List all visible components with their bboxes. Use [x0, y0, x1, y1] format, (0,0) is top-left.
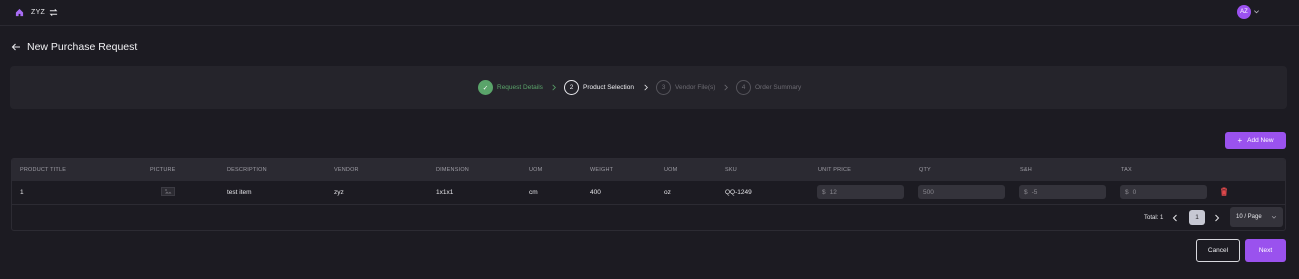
product-title-cell: 1 [20, 189, 24, 196]
sh-input[interactable]: $ -5 [1019, 185, 1106, 199]
table-header: PRODUCT TITLE PICTURE DESCRIPTION VENDOR… [12, 159, 1285, 181]
chevron-right-icon[interactable] [1214, 214, 1220, 222]
page-1-button[interactable]: 1 [1189, 210, 1205, 225]
arrow-left-icon[interactable] [11, 42, 21, 52]
avatar[interactable]: AZ [1237, 5, 1251, 19]
product-table: PRODUCT TITLE PICTURE DESCRIPTION VENDOR… [11, 158, 1286, 231]
column-header: S&H [1020, 167, 1032, 173]
tax-input[interactable]: $ 0 [1120, 185, 1207, 199]
sku-cell: QQ-1249 [725, 189, 752, 196]
chevron-right-icon [643, 84, 649, 91]
dimension-uom-cell: cm [529, 189, 538, 196]
page-header: New Purchase Request [11, 41, 137, 53]
qty-input[interactable]: 500 [918, 185, 1005, 199]
column-header: DESCRIPTION [227, 167, 267, 173]
column-header: UOM [529, 167, 543, 173]
column-header: VENDOR [334, 167, 359, 173]
home-icon[interactable] [15, 8, 24, 17]
currency-prefix: $ [1125, 188, 1129, 196]
weight-cell: 400 [590, 189, 601, 196]
step-order-summary[interactable]: 4 Order Summary [736, 80, 801, 95]
qty-value: 500 [923, 188, 934, 196]
dimension-cell: 1x1x1 [436, 189, 454, 196]
check-icon: ✓ [478, 80, 493, 95]
next-button[interactable]: Next [1245, 239, 1286, 262]
weight-uom-cell: oz [664, 189, 671, 196]
column-header: WEIGHT [590, 167, 614, 173]
column-header: DIMENSION [436, 167, 469, 173]
step-label: Order Summary [755, 84, 802, 91]
sh-value: -5 [1031, 188, 1038, 196]
chevron-down-icon [1271, 214, 1277, 220]
step-product-selection[interactable]: 2 Product Selection [564, 80, 634, 95]
step-vendor-files[interactable]: 3 Vendor File(s) [656, 80, 715, 95]
chevron-down-icon[interactable] [1253, 8, 1260, 15]
tax-value: 0 [1132, 188, 1137, 196]
unit-price-input[interactable]: $ 12 [817, 185, 904, 199]
currency-prefix: $ [822, 188, 826, 196]
step-number: 4 [736, 80, 751, 95]
step-number: 3 [656, 80, 671, 95]
column-header: UOM [664, 167, 678, 173]
add-new-button[interactable]: + Add New [1225, 132, 1286, 149]
page-size-value: 10 / Page [1236, 214, 1262, 220]
top-bar: ZYZ [0, 0, 1299, 26]
plus-icon: + [1237, 136, 1243, 145]
currency-prefix: $ [1024, 188, 1028, 196]
step-request-details[interactable]: ✓ Request Details [478, 80, 543, 95]
unit-price-value: 12 [829, 188, 837, 196]
step-label: Vendor File(s) [675, 84, 716, 91]
column-header: PRODUCT TITLE [20, 167, 67, 173]
step-label: Request Details [497, 84, 543, 91]
org-name[interactable]: ZYZ [31, 9, 45, 16]
page-title: New Purchase Request [27, 41, 138, 53]
total-count: Total: 1 [1144, 215, 1164, 221]
add-new-label: Add New [1247, 137, 1274, 144]
step-label: Product Selection [583, 84, 634, 91]
column-header: SKU [725, 167, 737, 173]
table-row: 1 test item zyz 1x1x1 cm 400 oz QQ-1249 … [12, 181, 1285, 205]
column-header: PICTURE [150, 167, 176, 173]
cancel-button[interactable]: Cancel [1196, 239, 1240, 262]
column-header: QTY [919, 167, 931, 173]
pagination: Total: 1 1 10 / Page [12, 206, 1285, 230]
chevron-right-icon [551, 84, 557, 91]
stepper: ✓ Request Details 2 Product Selection 3 … [10, 66, 1287, 109]
chevron-right-icon [723, 84, 729, 91]
image-placeholder-icon[interactable] [161, 187, 175, 196]
vendor-cell: zyz [334, 189, 344, 196]
trash-icon[interactable] [1220, 187, 1228, 196]
swap-icon[interactable] [49, 8, 58, 17]
column-header: TAX [1121, 167, 1132, 173]
chevron-left-icon[interactable] [1172, 214, 1178, 222]
description-cell: test item [227, 189, 252, 196]
page-size-select[interactable]: 10 / Page [1230, 207, 1283, 227]
step-number: 2 [564, 80, 579, 95]
column-header: UNIT PRICE [818, 167, 852, 173]
